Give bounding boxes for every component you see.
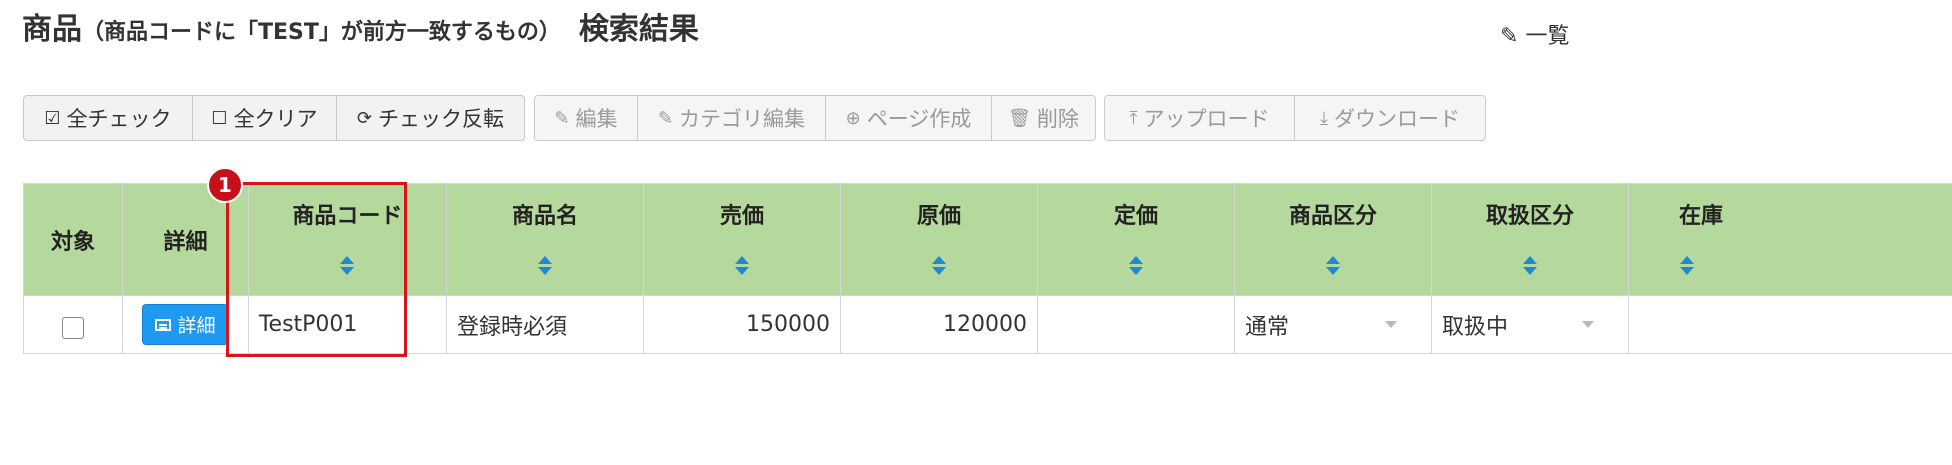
transfer-button-group: ⤒ アップロード ⤓ ダウンロード [1104,95,1486,141]
cell-list-price [1036,295,1235,354]
category-select-value: 通常 [1244,314,1289,340]
row-select-cell [22,295,124,354]
list-edit-link[interactable]: ✎ 一覧 [1500,18,1569,50]
sort-icon[interactable] [1325,256,1340,276]
cell-handling[interactable]: 取扱中 [1430,295,1629,354]
pencil-icon: ✎ [657,107,674,129]
handling-select-value: 取扱中 [1441,314,1508,340]
upload-button[interactable]: ⤒ アップロード [1105,96,1295,140]
column-header-product-name[interactable]: 商品名 [445,183,644,296]
sort-icon[interactable] [1128,256,1143,276]
column-header-price[interactable]: 売価 [642,183,841,296]
pencil-icon: ✎ [1500,24,1519,49]
download-icon: ⤓ [1320,107,1328,129]
edit-label: 編集 [575,107,618,131]
detail-button-label: 詳細 [177,315,216,337]
cell-price: 150000 [642,295,841,354]
table-row: 詳細 TestP001 登録時必須 150000 120000 通常 取扱中 [22,295,1952,354]
page-title-condition: （商品コードに「TEST」が前方一致するもの） [82,20,561,45]
check-square-icon: ☑ [44,107,61,129]
sort-icon[interactable] [1679,256,1694,276]
column-header-cost[interactable]: 原価 [839,183,1038,296]
annotation-marker: 1 [207,167,243,203]
pencil-icon: ✎ [554,107,570,129]
row-checkbox[interactable] [62,316,85,339]
chevron-down-icon [1384,321,1397,328]
column-header-handling[interactable]: 取扱区分 [1430,183,1629,296]
cell-category[interactable]: 通常 [1233,295,1432,354]
page-title: 商品 （商品コードに「TEST」が前方一致するもの） 検索結果 [22,4,699,56]
document-icon [155,318,172,331]
category-edit-label: カテゴリ編集 [679,107,806,131]
invert-check-button[interactable]: ⟳ チェック反転 [337,96,524,140]
sort-icon[interactable] [734,256,749,276]
edit-button[interactable]: ✎ 編集 [535,96,638,140]
plus-circle-icon: ⊕ [845,107,861,129]
create-page-button[interactable]: ⊕ ページ作成 [826,96,992,140]
delete-button[interactable]: 🗑 削除 [992,96,1095,140]
trash-icon: 🗑 [1008,107,1031,129]
edit-button-group: ✎ 編集 ✎ カテゴリ編集 ⊕ ページ作成 🗑 削除 [534,95,1096,141]
column-header-stock[interactable]: 在庫 [1627,183,1952,296]
create-page-label: ページ作成 [866,107,972,131]
page-title-result: 検索結果 [578,12,699,47]
category-edit-button[interactable]: ✎ カテゴリ編集 [638,96,826,140]
chevron-down-icon [1581,321,1594,328]
row-detail-cell: 詳細 [122,295,249,354]
clear-all-label: 全クリア [233,107,318,131]
invert-check-label: チェック反転 [378,107,505,131]
column-header-category[interactable]: 商品区分 [1233,183,1432,296]
selection-button-group: ☑ 全チェック ☐ 全クリア ⟳ チェック反転 [23,95,525,141]
table-header-row: 対象 詳細 商品コード 商品名 売価 原価 定価 商品区分 取扱区分 在庫 [22,183,1952,296]
upload-label: アップロード [1143,107,1270,131]
upload-icon: ⤒ [1129,107,1138,129]
sort-icon[interactable] [931,256,946,276]
sort-icon[interactable] [340,256,355,276]
results-table: 対象 詳細 商品コード 商品名 売価 原価 定価 商品区分 取扱区分 在庫 詳細… [22,183,1952,354]
square-icon: ☐ [211,107,228,129]
cell-stock [1627,295,1952,354]
cell-product-code: TestP001 [247,295,447,354]
download-button[interactable]: ⤓ ダウンロード [1295,96,1485,140]
column-header-target: 対象 [22,183,124,296]
refresh-icon: ⟳ [356,107,373,129]
check-all-label: 全チェック [66,107,172,131]
delete-label: 削除 [1036,107,1079,131]
list-edit-label: 一覧 [1525,24,1570,49]
sort-icon[interactable] [537,256,552,276]
page-title-main: 商品 [22,12,82,47]
column-header-product-code[interactable]: 商品コード [247,183,447,296]
cell-product-name: 登録時必須 [445,295,644,354]
download-label: ダウンロード [1333,107,1460,131]
sort-icon[interactable] [1522,256,1537,276]
column-header-list-price[interactable]: 定価 [1036,183,1235,296]
clear-all-button[interactable]: ☐ 全クリア [193,96,337,140]
detail-button[interactable]: 詳細 [142,304,229,345]
cell-cost: 120000 [839,295,1038,354]
check-all-button[interactable]: ☑ 全チェック [24,96,193,140]
